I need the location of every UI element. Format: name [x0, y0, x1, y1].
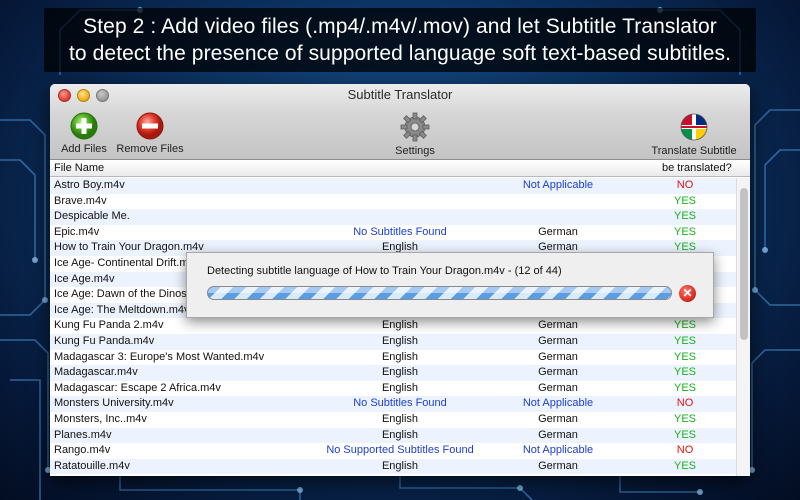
window-title: Subtitle Translator [347, 87, 453, 102]
source-language-cell: English [381, 459, 419, 472]
file-name-cell: Madagascar.m4v [54, 366, 138, 379]
source-language-cell: English [381, 413, 419, 425]
source-language-cell: English [381, 366, 419, 379]
table-row[interactable]: Madagascar.m4v English German YES [50, 365, 736, 381]
plus-circle-green-icon [70, 112, 98, 140]
source-language-cell: English [381, 428, 419, 441]
can-translate-cell: YES [673, 194, 696, 207]
table-row[interactable]: Kung Fu Panda 2.m4v English German YES [50, 318, 736, 334]
source-language-cell: English [381, 350, 419, 363]
source-language-cell: English [381, 335, 419, 347]
settings-label: Settings [395, 145, 435, 157]
table-header: File Name be translated? [50, 161, 750, 177]
table-row[interactable]: Epic.m4v No Subtitles Found German YES [50, 225, 736, 241]
file-name-cell: How to Train Your Dragon.m4v [54, 241, 204, 254]
table-row[interactable]: Monsters, Inc..m4v English German YES [50, 412, 736, 428]
file-name-cell: Astro Boy.m4v [54, 179, 125, 191]
source-language-cell: English [381, 319, 419, 332]
can-translate-cell: YES [673, 210, 696, 223]
target-language-cell: German [538, 381, 578, 394]
instruction-banner: Step 2 : Add video files (.mp4/.m4v/.mov… [44, 8, 756, 72]
title-bar: Subtitle Translator Add Files Remove Fil… [50, 84, 750, 160]
banner-line-2: to detect the presence of supported lang… [68, 42, 732, 65]
vertical-scrollbar[interactable] [736, 178, 750, 476]
app-window: Subtitle Translator Add Files Remove Fil… [50, 84, 750, 476]
file-name-cell: Rango.m4v [54, 444, 111, 457]
target-language-cell: German [538, 335, 578, 347]
progress-text: Detecting subtitle language of How to Tr… [207, 265, 562, 277]
can-translate-cell: YES [673, 428, 696, 441]
file-name-cell: Monsters, Inc..m4v [54, 413, 147, 425]
file-name-cell: Brave.m4v [54, 194, 107, 207]
header-file-name[interactable]: File Name [54, 162, 104, 174]
table-row[interactable]: Monsters University.m4v No Subtitles Foun… [50, 396, 736, 412]
table-row[interactable]: Kung Fu Panda.m4v English German YES [50, 334, 736, 350]
source-language-cell: No Subtitles Found [353, 225, 447, 238]
table-row[interactable]: Rango.m4v No Supported Subtitles Found Not… [50, 443, 736, 459]
table-row[interactable]: Brave.m4v YES [50, 194, 736, 210]
cancel-detection-button[interactable]: ✕ [679, 285, 696, 302]
target-language-cell: German [538, 413, 578, 425]
table-row[interactable]: Astro Boy.m4v Not Applicable NO [50, 178, 736, 194]
target-language-cell: German [538, 428, 578, 441]
target-language-cell: German [538, 350, 578, 363]
can-translate-cell: YES [673, 319, 696, 332]
source-language-cell: No Subtitles Found [353, 397, 447, 410]
file-name-cell: Epic.m4v [54, 225, 100, 238]
can-translate-cell: NO [676, 397, 694, 410]
file-name-cell: Ice Age- Continental Drift.m4v [54, 257, 201, 269]
add-files-label: Add Files [61, 143, 107, 155]
scrollbar-thumb[interactable] [740, 188, 748, 340]
target-language-cell: German [538, 225, 578, 238]
file-name-cell: Ratatouille.m4v [54, 459, 130, 472]
file-name-cell: Kung Fu Panda.m4v [54, 335, 155, 347]
file-name-cell: Madagascar: Escape 2 Africa.m4v [54, 381, 221, 394]
file-name-cell: Despicable Me. [54, 210, 130, 223]
minus-circle-red-icon [136, 112, 164, 140]
add-files-button[interactable]: Add Files [54, 112, 114, 155]
table-row[interactable]: Ratatouille.m4v English German YES [50, 458, 736, 475]
target-language-cell: German [538, 366, 578, 379]
table-row[interactable]: Madagascar 3: Europe's Most Wanted.m4v En… [50, 350, 736, 366]
source-language-cell: No Supported Subtitles Found [326, 444, 474, 457]
flags-globe-icon [680, 113, 708, 141]
remove-files-button[interactable]: Remove Files [114, 112, 186, 155]
can-translate-cell: NO [676, 179, 694, 191]
target-language-cell: Not Applicable [522, 179, 594, 191]
table-row[interactable]: Despicable Me. YES [50, 209, 736, 225]
progress-bar [207, 286, 672, 300]
target-language-cell: Not Applicable [522, 397, 594, 410]
can-translate-cell: YES [673, 350, 696, 363]
banner-line-1: Step 2 : Add video files (.mp4/.m4v/.mov… [83, 15, 717, 38]
file-name-cell: Kung Fu Panda 2.m4v [54, 319, 164, 332]
translate-subtitle-button[interactable]: Translate Subtitle [644, 112, 744, 157]
file-name-cell: Madagascar 3: Europe's Most Wanted.m4v [54, 350, 265, 363]
can-translate-cell: YES [673, 459, 696, 472]
target-language-cell: German [538, 459, 578, 472]
target-language-cell: Not Applicable [522, 444, 594, 457]
cancel-x-icon: ✕ [682, 286, 693, 300]
progress-sheet: Detecting subtitle language of How to Tr… [186, 252, 714, 318]
settings-button[interactable]: Settings [380, 112, 450, 157]
header-can-be-translated[interactable]: be translated? [662, 162, 732, 174]
can-translate-cell: YES [673, 225, 696, 238]
translate-subtitle-label: Translate Subtitle [651, 145, 737, 157]
table-row[interactable]: Planes.m4v English German YES [50, 427, 736, 444]
can-translate-cell: YES [673, 335, 696, 347]
file-table: File Name be translated? Astro Boy.m4v No… [50, 161, 750, 476]
can-translate-cell: YES [673, 366, 696, 379]
can-translate-cell: YES [673, 413, 696, 425]
can-translate-cell: YES [673, 381, 696, 394]
table-row[interactable]: Madagascar: Escape 2 Africa.m4v English Ge… [50, 381, 736, 397]
can-translate-cell: NO [676, 444, 694, 457]
file-name-cell: Planes.m4v [54, 428, 112, 441]
file-name-cell: Monsters University.m4v [54, 397, 174, 410]
remove-files-label: Remove Files [116, 143, 184, 155]
target-language-cell: German [538, 319, 578, 332]
file-name-cell: Ice Age: The Meltdown.m4v [54, 303, 190, 316]
file-name-cell: Ice Age.m4v [54, 272, 115, 285]
gear-icon [400, 112, 430, 142]
source-language-cell: English [381, 381, 419, 394]
